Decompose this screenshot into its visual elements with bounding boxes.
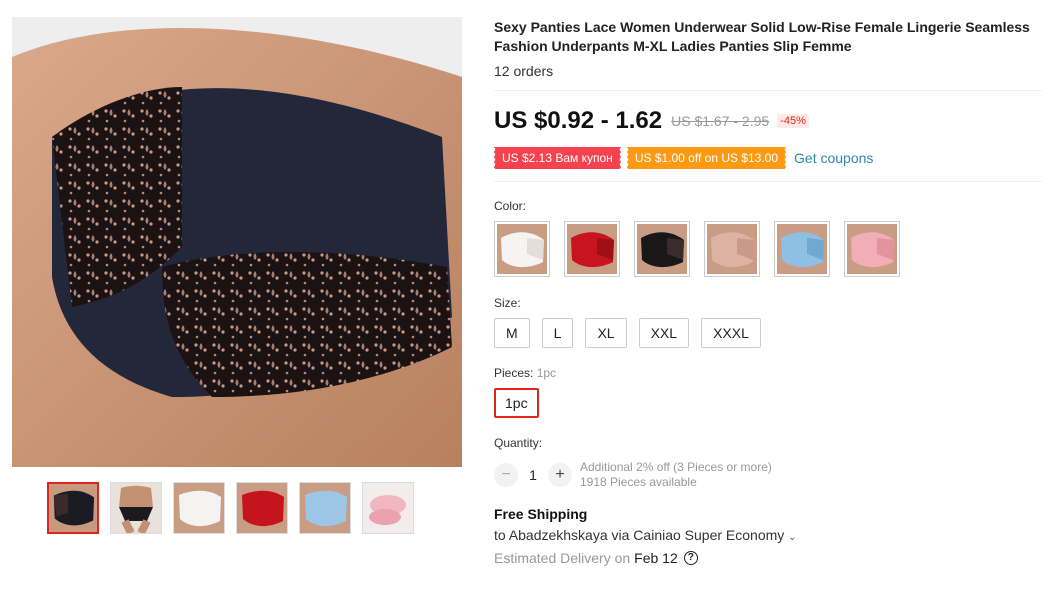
estimated-delivery: Estimated Delivery on Feb 12 ? <box>494 550 1042 566</box>
size-option-l[interactable]: L <box>541 318 574 348</box>
quantity-label: Quantity: <box>494 436 543 450</box>
size-option-xxl[interactable]: XXL <box>638 318 690 348</box>
current-price: US $0.92 - 1.62 <box>494 107 663 134</box>
color-options <box>494 221 1042 277</box>
get-coupons-link[interactable]: Get coupons <box>794 150 873 166</box>
thumbnail-strip <box>47 482 414 534</box>
color-swatch-white[interactable] <box>494 221 550 277</box>
color-label: Color: <box>494 199 527 213</box>
color-swatch-nude[interactable] <box>704 221 760 277</box>
quantity-minus-button[interactable]: − <box>494 463 518 487</box>
pieces-label: Pieces: 1pc <box>494 366 1042 380</box>
size-label: Size: <box>494 296 521 310</box>
color-swatch-pink[interactable] <box>844 221 900 277</box>
stock-available-text: 1918 Pieces available <box>580 475 697 489</box>
color-swatch-red[interactable] <box>564 221 620 277</box>
main-product-image[interactable] <box>12 17 462 467</box>
size-option-xl[interactable]: XL <box>585 318 627 348</box>
color-swatch-blue[interactable] <box>774 221 830 277</box>
thumbnail-red-lace[interactable] <box>236 482 288 534</box>
shipping-destination-text: to Abadzekhskaya via Cainiao Super Econo… <box>494 527 785 543</box>
chevron-down-icon: ⌄ <box>788 532 797 543</box>
product-info: Sexy Panties Lace Women Underwear Solid … <box>493 18 1042 566</box>
pieces-options: 1pc <box>494 388 1042 418</box>
color-swatch-black[interactable] <box>634 221 690 277</box>
quantity-stepper: − 1 + Additional 2% off (3 Pieces or mor… <box>494 460 1042 490</box>
size-option-m[interactable]: M <box>494 318 530 348</box>
orders-count: 12 orders <box>494 63 554 79</box>
thumbnail-pink-pack[interactable] <box>362 482 414 534</box>
quantity-plus-button[interactable]: + <box>548 463 572 487</box>
thumbnail-blue-lace[interactable] <box>299 482 351 534</box>
coupon-store[interactable]: US $1.00 off on US $13.00 <box>625 147 787 169</box>
shipping-title: Free Shipping <box>494 506 588 522</box>
quantity-info: Additional 2% off (3 Pieces or more) 191… <box>580 460 772 490</box>
help-icon[interactable]: ? <box>683 551 698 565</box>
quantity-value[interactable]: 1 <box>518 467 548 483</box>
thumbnail-black-lace[interactable] <box>47 482 99 534</box>
product-title: Sexy Panties Lace Women Underwear Solid … <box>494 19 1030 54</box>
coupon-new-user[interactable]: US $2.13 Вам купон <box>493 147 621 169</box>
coupon-row: US $2.13 Вам купон US $1.00 off on US $1… <box>493 147 1042 169</box>
bulk-discount-text: Additional 2% off (3 Pieces or more) <box>580 460 772 474</box>
shipping-destination[interactable]: to Abadzekhskaya via Cainiao Super Econo… <box>494 527 1042 543</box>
pieces-selected-value: 1pc <box>536 366 557 380</box>
original-price: US $1.67 - 2.95 <box>671 113 770 129</box>
pieces-option-1pc[interactable]: 1pc <box>494 388 539 418</box>
thumbnail-model[interactable] <box>110 482 162 534</box>
discount-badge: -45% <box>777 114 809 128</box>
divider <box>494 90 1042 91</box>
delivery-label: Estimated Delivery on <box>494 550 631 566</box>
size-option-xxxl[interactable]: XXXL <box>701 318 761 348</box>
delivery-date: Feb 12 <box>634 550 678 566</box>
pieces-label-text: Pieces: <box>494 366 534 380</box>
product-photo <box>12 17 462 467</box>
size-options: M L XL XXL XXXL <box>494 318 1042 348</box>
thumbnail-white-lace[interactable] <box>173 482 225 534</box>
price-row: US $0.92 - 1.62 US $1.67 - 2.95 -45% <box>494 107 1042 135</box>
divider <box>494 181 1042 182</box>
